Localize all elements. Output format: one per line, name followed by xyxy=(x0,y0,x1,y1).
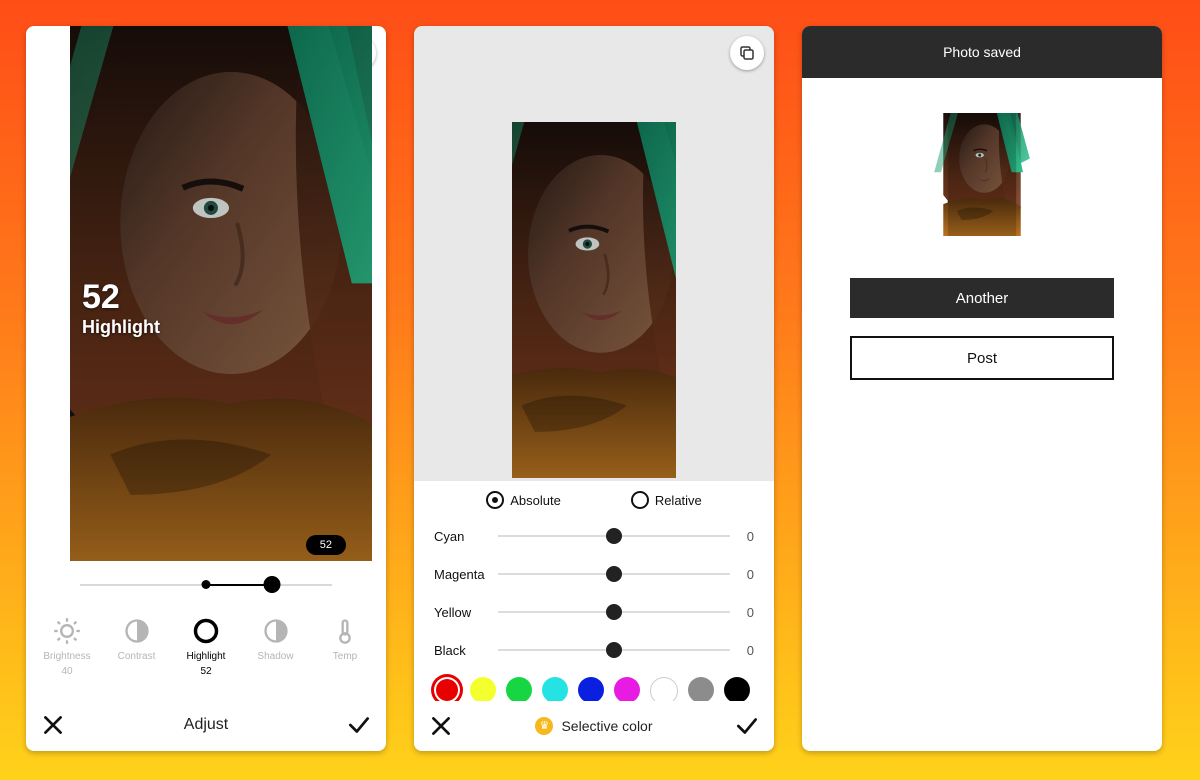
saved-thumbnail xyxy=(922,113,1042,236)
mode-relative[interactable]: Relative xyxy=(631,491,702,509)
premium-badge-icon: ♛ xyxy=(535,717,553,735)
slider-label: Cyan xyxy=(434,529,498,544)
swatch[interactable] xyxy=(434,677,460,703)
adjust-slider[interactable] xyxy=(80,575,332,595)
swatch[interactable] xyxy=(688,677,714,703)
tool-brightness[interactable]: Brightness 40 xyxy=(34,617,100,677)
saved-title-bar: Photo saved xyxy=(802,26,1162,78)
confirm-button[interactable] xyxy=(346,712,372,738)
slider-value: 0 xyxy=(730,529,754,544)
mode-label: Relative xyxy=(655,493,702,508)
slider-value-bubble: 52 xyxy=(306,535,346,555)
tool-label: Highlight xyxy=(187,651,226,662)
contrast-icon xyxy=(123,617,151,645)
mode-row: Absolute Relative xyxy=(434,491,754,509)
swatch[interactable] xyxy=(578,677,604,703)
compare-button[interactable] xyxy=(730,36,764,70)
tool-label: Brightness xyxy=(43,651,90,662)
bottom-bar-label: Adjust xyxy=(184,716,228,734)
screen-selective-color: Absolute Relative Cyan 0 Magenta 0 Yello… xyxy=(414,26,774,751)
brightness-icon xyxy=(53,617,81,645)
bottom-bar: ♛ Selective color xyxy=(414,701,774,751)
tool-value: 52 xyxy=(200,666,211,677)
adjust-overlay: 52 Highlight xyxy=(82,278,160,338)
slider-value: 0 xyxy=(730,643,754,658)
bottom-bar: Adjust xyxy=(26,699,386,751)
tool-shadow[interactable]: Shadow xyxy=(243,617,309,677)
swatch[interactable] xyxy=(542,677,568,703)
compare-icon xyxy=(738,44,756,62)
preview-image: 52 Highlight 52 xyxy=(70,26,372,561)
swatch[interactable] xyxy=(506,677,532,703)
overlay-value: 52 xyxy=(82,278,160,317)
tool-label: Shadow xyxy=(257,651,293,662)
slider-value: 0 xyxy=(730,567,754,582)
slider-cyan[interactable]: Cyan 0 xyxy=(434,517,754,555)
radio-icon xyxy=(631,491,649,509)
slider-label: Yellow xyxy=(434,605,498,620)
another-button[interactable]: Another xyxy=(850,278,1114,318)
highlight-icon xyxy=(192,617,220,645)
confirm-button[interactable] xyxy=(734,713,760,739)
temp-icon xyxy=(331,617,359,645)
post-button[interactable]: Post xyxy=(850,336,1114,380)
cancel-button[interactable] xyxy=(428,713,454,739)
swatch[interactable] xyxy=(470,677,496,703)
bottom-bar-label: Selective color xyxy=(561,718,652,734)
mode-label: Absolute xyxy=(510,493,561,508)
screen-saved: Photo saved Another Post xyxy=(802,26,1162,751)
slider-yellow[interactable]: Yellow 0 xyxy=(434,593,754,631)
radio-selected-icon xyxy=(486,491,504,509)
slider-label: Black xyxy=(434,643,498,658)
tool-highlight[interactable]: Highlight 52 xyxy=(173,617,239,677)
swatch[interactable] xyxy=(724,677,750,703)
slider-black[interactable]: Black 0 xyxy=(434,631,754,669)
screen-adjust: 52 Highlight 52 Brightness 40 Contrast H… xyxy=(26,26,386,751)
slider-value: 0 xyxy=(730,605,754,620)
adjust-tool-row: Brightness 40 Contrast Highlight 52 Shad… xyxy=(34,617,378,677)
tool-contrast[interactable]: Contrast xyxy=(104,617,170,677)
cancel-button[interactable] xyxy=(40,712,66,738)
preview-image xyxy=(512,122,676,478)
shadow-icon xyxy=(262,617,290,645)
overlay-label: Highlight xyxy=(82,317,160,338)
slider-label: Magenta xyxy=(434,567,498,582)
tool-label: Temp xyxy=(333,651,357,662)
tool-temp[interactable]: Temp xyxy=(312,617,378,677)
slider-magenta[interactable]: Magenta 0 xyxy=(434,555,754,593)
tool-value: 40 xyxy=(61,666,72,677)
swatch[interactable] xyxy=(614,677,640,703)
mode-absolute[interactable]: Absolute xyxy=(486,491,561,509)
saved-title: Photo saved xyxy=(943,44,1021,60)
tool-label: Contrast xyxy=(118,651,156,662)
